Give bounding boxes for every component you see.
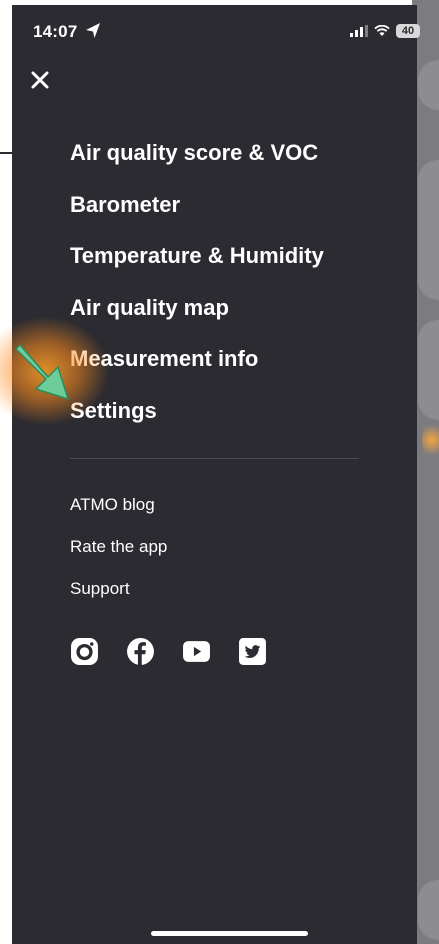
annotation-line — [0, 152, 38, 154]
close-icon[interactable] — [28, 68, 52, 92]
primary-menu: Air quality score & VOC Barometer Temper… — [70, 137, 324, 446]
twitter-icon[interactable] — [238, 637, 267, 666]
menu-item-atmo-blog[interactable]: ATMO blog — [70, 494, 167, 536]
status-time: 14:07 — [33, 22, 78, 41]
menu-item-rate-the-app[interactable]: Rate the app — [70, 536, 167, 578]
background-card — [418, 60, 439, 110]
background-card — [418, 880, 439, 940]
background-card — [418, 160, 439, 300]
secondary-menu: ATMO blog Rate the app Support — [70, 494, 167, 620]
menu-item-air-quality-map[interactable]: Air quality map — [70, 292, 324, 344]
menu-item-measurement-info[interactable]: Measurement info — [70, 343, 324, 395]
screen-edge — [0, 0, 12, 944]
location-arrow-icon — [86, 23, 100, 38]
menu-divider — [70, 458, 359, 459]
menu-item-barometer[interactable]: Barometer — [70, 189, 324, 241]
youtube-icon[interactable] — [182, 637, 211, 666]
status-indicators: 40 — [350, 22, 420, 40]
wifi-icon — [374, 25, 390, 36]
menu-item-temperature-humidity[interactable]: Temperature & Humidity — [70, 240, 324, 292]
screen: 14:07 40 Air quality score & VOC Baromet… — [0, 0, 439, 944]
instagram-icon[interactable] — [70, 637, 99, 666]
menu-item-support[interactable]: Support — [70, 578, 167, 620]
social-links — [70, 637, 267, 666]
background-accent — [422, 420, 439, 460]
facebook-icon[interactable] — [126, 637, 155, 666]
battery-icon: 40 — [396, 24, 420, 38]
home-indicator[interactable] — [151, 931, 308, 936]
background-card — [418, 320, 439, 420]
signal-icon — [350, 25, 368, 37]
menu-item-settings[interactable]: Settings — [70, 395, 324, 447]
status-bar: 14:07 40 — [0, 0, 439, 60]
menu-item-air-quality-score[interactable]: Air quality score & VOC — [70, 137, 324, 189]
